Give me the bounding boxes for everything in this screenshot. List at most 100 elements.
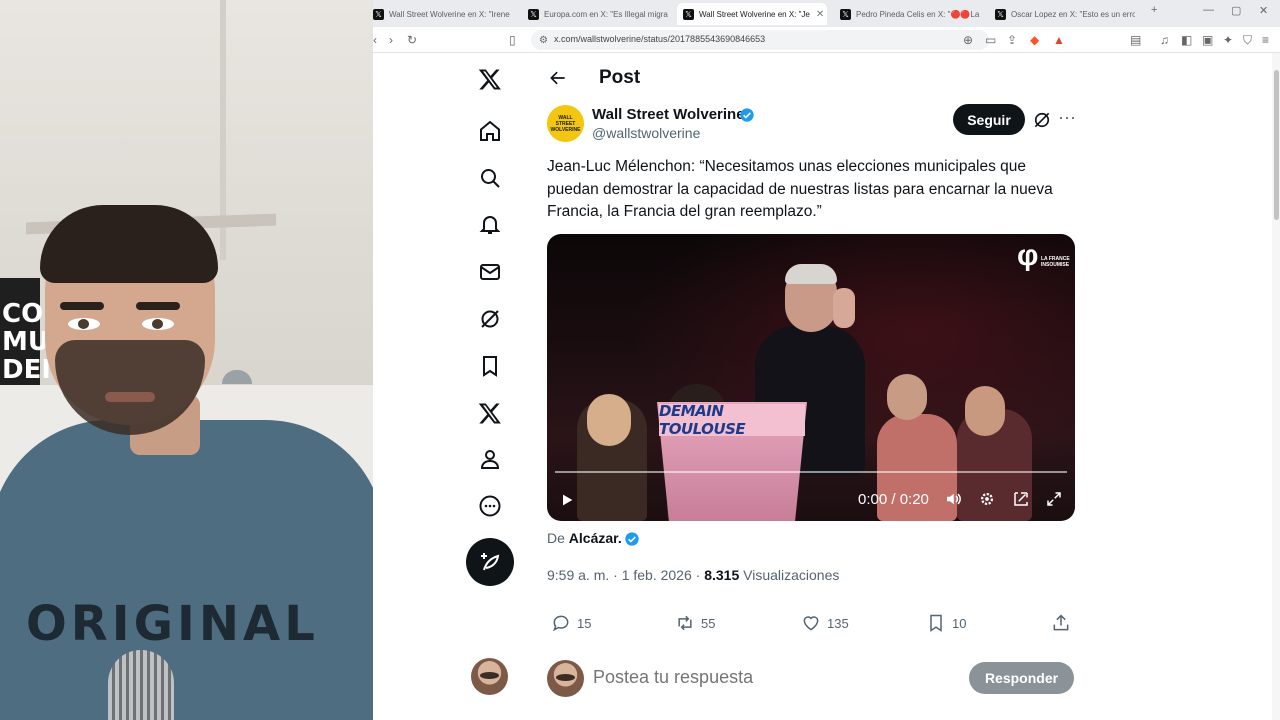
video-source: De Alcázar. — [547, 530, 622, 546]
tab-4[interactable]: 𝕏 Pedro Pineda Celis en X: "🔴🔴La — [840, 3, 980, 25]
logo-text: LA FRANCE INSOUMISE — [1041, 256, 1070, 268]
lamp — [222, 370, 252, 384]
repost-action[interactable]: 55 — [675, 612, 715, 634]
author-avatar[interactable]: WALL STREET WOLVERINE — [547, 105, 584, 142]
author-handle[interactable]: @wallstwolverine — [592, 125, 700, 141]
presenter-brow-left — [60, 302, 104, 310]
tab-strip: 𝕏 Wall Street Wolverine en X: "Irene 𝕏 E… — [373, 0, 1280, 27]
premium-x-icon[interactable] — [477, 400, 503, 426]
wallet-icon[interactable]: ▣ — [1202, 32, 1213, 48]
tab-2[interactable]: 𝕏 Europa.com en X: "Es Illegal migra — [528, 3, 668, 25]
account-avatar[interactable] — [471, 658, 508, 695]
bookmark-action[interactable]: 10 — [926, 612, 966, 634]
video-time: 0:00 / 0:20 — [858, 491, 929, 508]
share-action[interactable] — [1051, 612, 1077, 634]
views-label: Visualizaciones — [739, 567, 840, 583]
like-action[interactable]: 135 — [801, 612, 849, 634]
presenter-mouth — [105, 392, 155, 402]
shirt-print: ORIGINAL — [26, 596, 319, 652]
audience-person — [965, 386, 1005, 436]
views-count: 8.315 — [704, 567, 740, 583]
post-timestamp[interactable]: 9:59 a. m. · 1 feb. 2026 · — [547, 567, 704, 583]
new-tab-button[interactable]: + — [1151, 4, 1157, 16]
browser-toolbar: ‹ › ↻ ▯ ⚙ x.com/wallstwolverine/status/2… — [373, 27, 1280, 53]
x-logo-icon: 𝕏 — [373, 8, 384, 20]
reply-submit-button[interactable]: Responder — [969, 662, 1074, 694]
scrollbar-thumb[interactable] — [1274, 70, 1279, 220]
feather-plus-icon — [481, 553, 500, 571]
video-progress-bar[interactable] — [555, 471, 1067, 473]
presenter-brow-right — [136, 302, 180, 310]
grok-icon[interactable] — [477, 306, 503, 332]
reader-icon[interactable]: ◧ — [1181, 32, 1192, 48]
close-tab-icon[interactable]: ✕ — [816, 9, 824, 20]
more-horizontal-icon[interactable]: ··· — [1058, 108, 1076, 129]
address-bar[interactable]: ⚙ x.com/wallstwolverine/status/201788554… — [531, 30, 989, 50]
heart-icon — [803, 616, 819, 631]
tab-5[interactable]: 𝕏 Oscar Lopez en X: "Esto es un erro — [995, 3, 1135, 25]
microphone — [108, 650, 174, 720]
more-options-icon[interactable] — [477, 493, 503, 519]
back-arrow-icon[interactable] — [546, 66, 570, 90]
tab-title: Pedro Pineda Celis en X: "🔴🔴La — [856, 9, 980, 19]
repost-count: 55 — [701, 615, 716, 631]
tab-title: Europa.com en X: "Es Illegal migra — [544, 9, 668, 19]
minimize-icon[interactable]: — — [1203, 4, 1214, 16]
brave-rewards-icon[interactable]: ▲ — [1053, 32, 1065, 48]
presenter-hair — [40, 205, 218, 283]
share-upload-icon — [1053, 614, 1069, 631]
maximize-icon[interactable]: ▢ — [1231, 4, 1241, 17]
play-icon[interactable] — [559, 490, 575, 510]
search-icon[interactable] — [477, 165, 503, 191]
profile-icon[interactable] — [477, 446, 503, 472]
tab-title: Oscar Lopez en X: "Esto es un erro — [1011, 9, 1135, 19]
leo-ai-icon[interactable]: ✦ — [1223, 32, 1233, 48]
x-logo-icon: 𝕏 — [840, 8, 851, 20]
zoom-icon[interactable]: ⊕ — [963, 32, 973, 48]
sidebar-toggle-icon[interactable]: ▤ — [1130, 32, 1141, 48]
brave-shield-icon[interactable]: ◆ — [1030, 32, 1039, 48]
bookmark-page-icon[interactable]: ▯ — [509, 32, 516, 48]
presenter-torso — [0, 420, 373, 720]
reply-input[interactable] — [593, 667, 913, 688]
source-prefix: De — [547, 530, 565, 546]
x-logo-icon: 𝕏 — [995, 8, 1006, 20]
tab-3-active[interactable]: 𝕏 Wall Street Wolverine en X: "Je ✕ — [677, 3, 827, 25]
x-home-logo-icon[interactable] — [477, 66, 503, 92]
x-logo-icon: 𝕏 — [683, 8, 694, 20]
volume-icon[interactable] — [944, 490, 962, 508]
reply-action[interactable]: 15 — [551, 612, 591, 634]
vpn-icon[interactable]: ⛉ — [1243, 32, 1252, 48]
speaker-hand — [833, 288, 855, 328]
presenter-eye-left — [68, 318, 100, 330]
settings-gear-icon[interactable] — [978, 490, 996, 508]
site-info-icon[interactable]: ⚙ — [539, 33, 548, 49]
bookmarks-icon[interactable] — [477, 353, 503, 379]
video-player[interactable]: DEMAIN TOULOUSE φ LA FRANCE INSOUMISE 0:… — [547, 234, 1075, 521]
tab-title: Wall Street Wolverine en X: "Irene — [389, 9, 510, 19]
menu-icon[interactable]: ≡ — [1262, 32, 1269, 48]
share-icon[interactable]: ⇪ — [1007, 32, 1017, 48]
messages-envelope-icon[interactable] — [477, 259, 503, 285]
notifications-bell-icon[interactable] — [477, 212, 503, 238]
reload-icon[interactable]: ↻ — [407, 32, 417, 48]
media-icon[interactable]: ♫ — [1160, 32, 1169, 48]
author-name[interactable]: Wall Street Wolverine — [592, 106, 745, 123]
audience-person — [887, 374, 927, 420]
follow-button[interactable]: Seguir — [953, 104, 1025, 135]
grok-explain-icon[interactable] — [1032, 110, 1052, 130]
forward-nav-icon[interactable]: › — [389, 32, 393, 48]
tab-1[interactable]: 𝕏 Wall Street Wolverine en X: "Irene — [373, 3, 513, 25]
back-nav-icon[interactable]: ‹ — [373, 32, 377, 48]
reply-avatar — [547, 660, 584, 697]
fullscreen-icon[interactable] — [1045, 490, 1063, 508]
close-window-icon[interactable]: ✕ — [1259, 4, 1268, 17]
source-name[interactable]: Alcázar. — [569, 530, 622, 546]
picture-in-picture-icon[interactable] — [1012, 490, 1030, 508]
compose-post-button[interactable] — [466, 538, 514, 586]
home-icon[interactable] — [477, 118, 503, 144]
podium-text: DEMAIN TOULOUSE — [659, 402, 746, 438]
channel-logo: φ LA FRANCE INSOUMISE — [1017, 241, 1070, 271]
tab-title: Wall Street Wolverine en X: "Je — [699, 9, 810, 19]
cast-icon[interactable]: ▭ — [985, 32, 996, 48]
